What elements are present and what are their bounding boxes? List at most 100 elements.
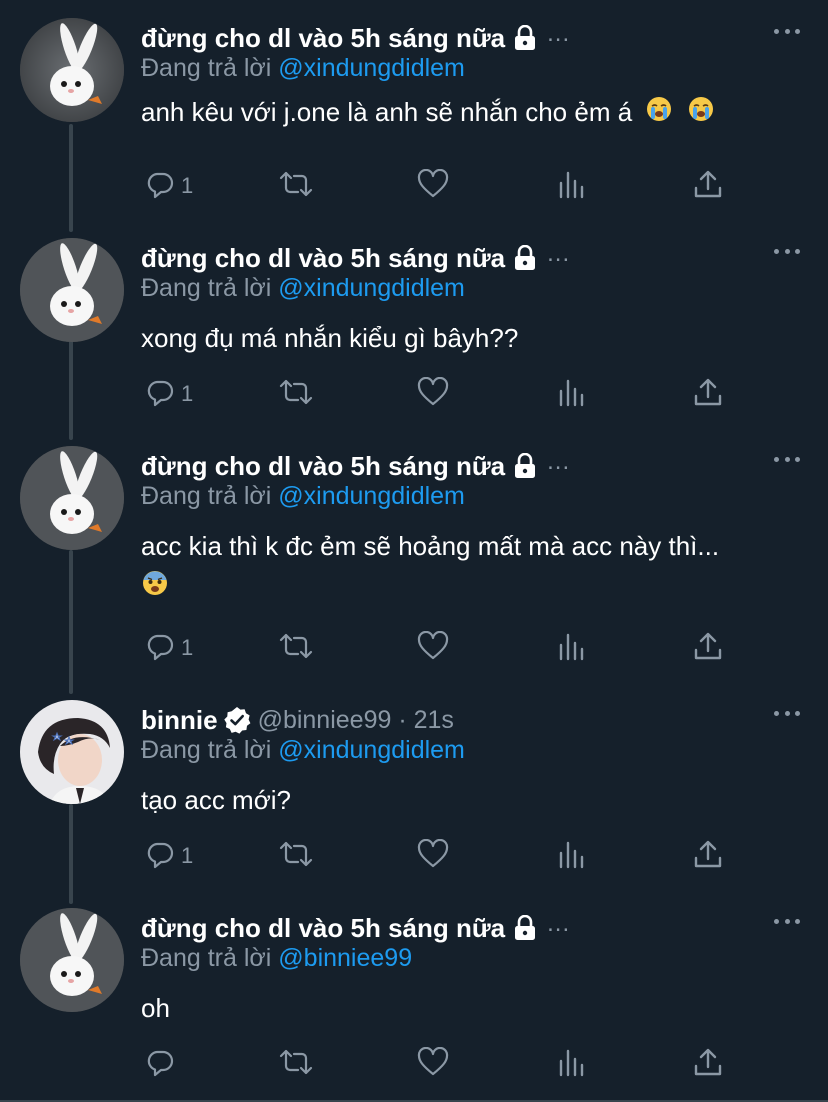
like-button[interactable] [417, 836, 449, 876]
tweet[interactable]: đừng cho dl vào 5h sáng nữa ... Đang trả… [0, 0, 828, 208]
tweet-text-content: oh [141, 993, 170, 1023]
like-button[interactable] [417, 166, 449, 206]
analytics-icon [557, 169, 587, 204]
fearful-face-icon [141, 568, 169, 608]
avatar[interactable] [20, 446, 124, 550]
retweet-button[interactable] [278, 628, 314, 668]
retweet-button[interactable] [278, 166, 314, 206]
avatar[interactable] [20, 908, 124, 1012]
reply-button[interactable]: 1 [145, 374, 193, 414]
tweet-text: anh kêu với j.one là anh sẽ nhắn cho ẻm … [141, 92, 811, 134]
more-icon[interactable] [774, 26, 800, 36]
more-icon[interactable] [774, 708, 800, 718]
views-button[interactable] [557, 836, 587, 876]
reply-count: 1 [181, 173, 194, 198]
more-icon[interactable] [774, 246, 800, 256]
reply-button[interactable]: 1 [145, 166, 193, 206]
tweet[interactable]: đừng cho dl vào 5h sáng nữa ... Đang trả… [0, 432, 828, 682]
replying-prefix: Đang trả lời [141, 736, 279, 764]
reply-count: 1 [181, 381, 194, 406]
truncation-dots: ... [547, 910, 571, 937]
views-button[interactable] [557, 374, 587, 414]
share-button[interactable] [693, 628, 723, 668]
display-name[interactable]: đừng cho dl vào 5h sáng nữa [141, 23, 505, 54]
heart-icon [417, 838, 449, 874]
more-icon[interactable] [774, 454, 800, 464]
heart-icon [417, 1046, 449, 1082]
retweet-icon [278, 631, 314, 666]
lock-icon [513, 245, 537, 271]
share-button[interactable] [693, 166, 723, 206]
reply-button[interactable]: 1 [145, 836, 193, 876]
lock-icon [513, 25, 537, 51]
retweet-button[interactable] [278, 836, 314, 876]
avatar[interactable] [20, 700, 124, 804]
heart-icon [417, 376, 449, 412]
like-button[interactable] [417, 1044, 449, 1084]
replying-prefix: Đang trả lời [141, 944, 279, 972]
reply-icon [145, 839, 175, 874]
tweet-text-content: acc kia thì k đc ẻm sẽ hoảng mất mà acc … [141, 531, 720, 561]
retweet-button[interactable] [278, 1044, 314, 1084]
mention-link[interactable]: @xindungdidlem [278, 274, 465, 302]
replying-to: Đang trả lời @xindungdidlem [141, 482, 465, 511]
reply-icon [145, 377, 175, 412]
heart-icon [417, 630, 449, 666]
truncation-dots: ... [547, 240, 571, 267]
share-button[interactable] [693, 374, 723, 414]
mention-link[interactable]: @xindungdidlem [278, 54, 465, 82]
display-name[interactable]: binnie [141, 705, 218, 736]
retweet-icon [278, 377, 314, 412]
views-button[interactable] [557, 628, 587, 668]
share-icon [693, 169, 723, 204]
share-button[interactable] [693, 1044, 723, 1084]
mention-link[interactable]: @xindungdidlem [278, 736, 465, 764]
truncation-dots: ... [547, 20, 571, 47]
views-button[interactable] [557, 166, 587, 206]
retweet-button[interactable] [278, 374, 314, 414]
replying-prefix: Đang trả lời [141, 482, 279, 510]
share-icon [693, 839, 723, 874]
lock-icon [513, 915, 537, 941]
reply-icon [145, 1047, 175, 1082]
tweet-text-content: anh kêu với j.one là anh sẽ nhắn cho ẻm … [141, 97, 633, 127]
reply-button[interactable]: 1 [145, 628, 193, 668]
handle-and-time[interactable]: @binniee99 · 21s [258, 706, 454, 735]
display-name[interactable]: đừng cho dl vào 5h sáng nữa [141, 243, 505, 274]
tweet-text: acc kia thì k đc ẻm sẽ hoảng mất mà acc … [141, 526, 811, 608]
like-button[interactable] [417, 628, 449, 668]
avatar[interactable] [20, 238, 124, 342]
analytics-icon [557, 839, 587, 874]
avatar[interactable] [20, 18, 124, 122]
verified-badge-icon [222, 705, 252, 735]
tweet-actions: 1 [141, 374, 741, 414]
replying-to: Đang trả lời @binniee99 [141, 944, 412, 973]
share-button[interactable] [693, 836, 723, 876]
replying-to: Đang trả lời @xindungdidlem [141, 736, 465, 765]
heart-icon [417, 168, 449, 204]
loudly-crying-face-icon [645, 94, 673, 134]
truncation-dots: ... [547, 448, 571, 475]
more-icon[interactable] [774, 916, 800, 926]
mention-link[interactable]: @xindungdidlem [278, 482, 465, 510]
tweet[interactable]: đừng cho dl vào 5h sáng nữa ... Đang trả… [0, 224, 828, 432]
tweet-text: tạo acc mới? [141, 780, 811, 820]
reply-count: 1 [181, 635, 194, 660]
reply-button[interactable] [145, 1044, 175, 1084]
replying-to: Đang trả lời @xindungdidlem [141, 274, 465, 303]
mention-link[interactable]: @binniee99 [278, 944, 412, 972]
analytics-icon [557, 631, 587, 666]
tweet-text-content: xong đụ má nhắn kiểu gì bâyh?? [141, 323, 519, 353]
views-button[interactable] [557, 1044, 587, 1084]
replying-to: Đang trả lời @xindungdidlem [141, 54, 465, 83]
retweet-icon [278, 1047, 314, 1082]
tweet[interactable]: binnie @binniee99 · 21s Đang trả lời @xi… [0, 686, 828, 894]
display-name[interactable]: đừng cho dl vào 5h sáng nữa [141, 451, 505, 482]
tweet[interactable]: đừng cho dl vào 5h sáng nữa ... Đang trả… [0, 894, 828, 1102]
display-name[interactable]: đừng cho dl vào 5h sáng nữa [141, 913, 505, 944]
tweet-actions: 1 [141, 628, 741, 668]
replying-prefix: Đang trả lời [141, 54, 279, 82]
lock-icon [513, 453, 537, 479]
like-button[interactable] [417, 374, 449, 414]
share-icon [693, 631, 723, 666]
